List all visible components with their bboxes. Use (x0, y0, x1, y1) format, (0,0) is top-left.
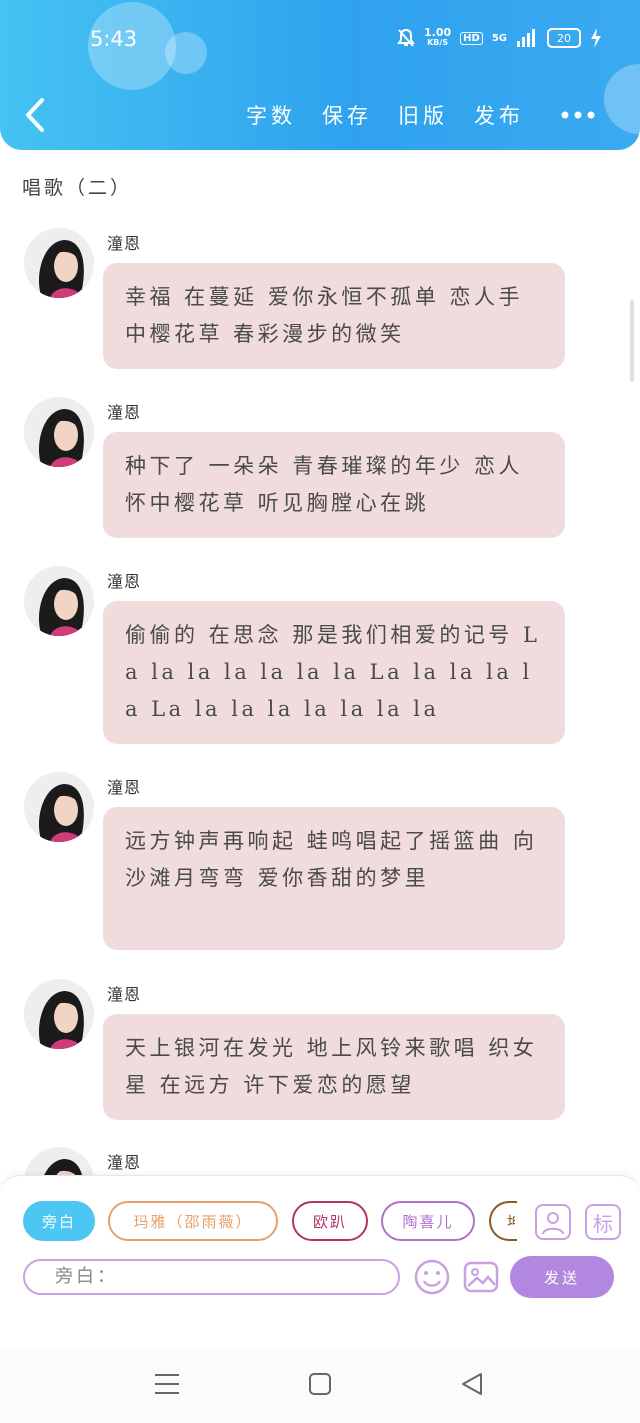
add-role-button[interactable] (535, 1204, 571, 1240)
menu-icon[interactable] (154, 1372, 180, 1396)
speaker-name: 潼恩 (107, 778, 142, 797)
charging-icon (591, 28, 601, 48)
avatar-portrait-icon (24, 772, 94, 842)
message-bubble[interactable]: 幸福 在蔓延 爱你永恒不孤单 恋人手中樱花草 春彩漫步的微笑 (103, 263, 565, 369)
role-chip-taoxier[interactable]: 陶喜儿 (381, 1201, 475, 1241)
old-version-button[interactable]: 旧版 (398, 100, 448, 130)
toolbar-actions: 字数 保存 旧版 发布 (246, 100, 524, 130)
role-chip-oupa[interactable]: 欧趴 (292, 1201, 368, 1241)
role-chip-label: 欧趴 (312, 1212, 347, 1231)
message-bubble[interactable]: 天上银河在发光 地上风铃来歌唱 织女星 在远方 许下爱恋的愿望 (103, 1014, 565, 1120)
emoji-icon[interactable] (413, 1258, 451, 1296)
word-count-button[interactable]: 字数 (246, 100, 296, 130)
role-portrait-icon (542, 1212, 564, 1235)
tag-button[interactable]: 标 (585, 1204, 621, 1240)
role-chip-label: 旁白 (41, 1212, 76, 1231)
status-icons: 1.00 KB/S HD 5G 20 (397, 26, 602, 48)
battery-icon: 20 (547, 28, 581, 48)
send-button[interactable]: 发送 (510, 1256, 614, 1298)
network-type: 5G (491, 32, 507, 44)
decor-bubble (165, 32, 207, 74)
avatar[interactable] (24, 397, 94, 467)
scroll-indicator[interactable] (630, 300, 634, 382)
message-input[interactable]: 旁白： (23, 1259, 400, 1295)
avatar-portrait-icon (24, 228, 94, 298)
speaker-name: 潼恩 (107, 1153, 142, 1172)
back-arrow-icon[interactable] (20, 95, 50, 135)
app-header: 5:43 1.00 KB/S HD 5G 20 字数 保存 旧版 发布 (0, 0, 640, 150)
net-speed-value: 1.00 (424, 26, 452, 39)
avatar-portrait-icon (24, 397, 94, 467)
avatar-portrait-icon (24, 979, 94, 1049)
role-chip-label: 陶喜儿 (402, 1212, 454, 1231)
home-icon[interactable] (308, 1372, 332, 1396)
net-speed-unit: KB/S (427, 38, 449, 47)
save-button[interactable]: 保存 (322, 100, 372, 130)
image-icon[interactable] (462, 1258, 500, 1296)
speaker-name: 潼恩 (107, 234, 142, 253)
system-nav-bar (0, 1350, 640, 1423)
message-bubble[interactable]: 种下了 一朵朵 青春璀璨的年少 恋人怀中樱花草 听见胸膛心在跳 (103, 432, 565, 538)
hd-badge: HD (460, 31, 483, 45)
avatar[interactable] (24, 566, 94, 636)
avatar[interactable] (24, 772, 94, 842)
message-bubble[interactable]: 偷偷的 在思念 那是我们相爱的记号 La la la la la la la L… (103, 601, 565, 744)
signal-icon (517, 29, 535, 47)
status-time: 5:43 (90, 27, 138, 51)
speaker-name: 潼恩 (107, 985, 142, 1004)
decor-bubble (604, 64, 640, 134)
message-bubble[interactable]: 远方钟声再响起 蛙鸣唱起了摇篮曲 向沙滩月弯弯 爱你香甜的梦里 (103, 807, 565, 950)
tag-label: 标 (593, 1211, 613, 1236)
role-chip-maya[interactable]: 玛雅（邵雨薇） (108, 1201, 278, 1241)
document-title: 唱歌（二） (22, 177, 133, 199)
role-chip-narrator[interactable]: 旁白 (23, 1201, 95, 1241)
publish-button[interactable]: 发布 (474, 100, 524, 130)
back-triangle-icon[interactable] (460, 1372, 484, 1396)
mute-bell-icon (397, 28, 415, 47)
battery-level: 20 (557, 31, 571, 45)
more-options-icon[interactable] (560, 100, 596, 130)
net-speed: 1.00 KB/S (424, 26, 452, 48)
role-chip-label: 玛雅（邵雨薇） (133, 1212, 253, 1231)
role-chip-label: 坤 (507, 1211, 515, 1232)
avatar-portrait-icon (24, 566, 94, 636)
speaker-name: 潼恩 (107, 572, 142, 591)
speaker-name: 潼恩 (107, 403, 142, 422)
avatar[interactable] (24, 979, 94, 1049)
avatar[interactable] (24, 228, 94, 298)
